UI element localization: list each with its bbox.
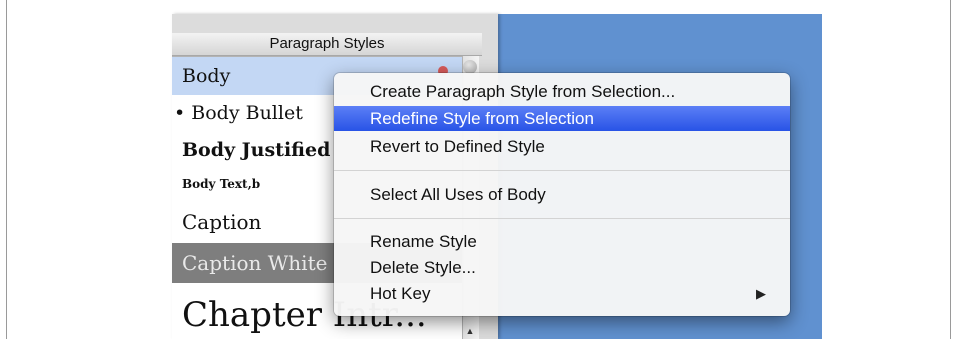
panel-title: Paragraph Styles: [172, 33, 482, 56]
style-item-label: Caption White: [182, 251, 328, 275]
bullet-glyph: •: [174, 102, 186, 124]
menu-item-label: Create Paragraph Style from Selection...: [370, 82, 676, 101]
context-menu: Create Paragraph Style from Selection...…: [334, 73, 790, 316]
menu-item-create-style[interactable]: Create Paragraph Style from Selection...: [334, 79, 790, 104]
style-item-label: Body: [182, 65, 231, 87]
menu-item-hot-key[interactable]: Hot Key ▶: [334, 281, 790, 306]
menu-item-label: Redefine Style from Selection: [370, 109, 594, 128]
style-item-label: Caption: [182, 210, 262, 234]
menu-item-revert-style[interactable]: Revert to Defined Style: [334, 134, 790, 159]
menu-separator: [334, 170, 790, 171]
menu-item-redefine-style[interactable]: Redefine Style from Selection: [334, 106, 790, 131]
menu-item-select-all-uses[interactable]: Select All Uses of Body: [334, 182, 790, 207]
menu-item-label: Rename Style: [370, 232, 477, 251]
submenu-arrow-icon: ▶: [756, 286, 766, 301]
menu-item-label: Delete Style...: [370, 258, 476, 277]
scroll-up-arrow-icon[interactable]: ▲: [462, 323, 478, 339]
style-item-label: Body Bullet: [191, 102, 303, 124]
menu-item-label: Select All Uses of Body: [370, 185, 546, 204]
menu-item-delete-style[interactable]: Delete Style...: [334, 255, 790, 280]
menu-item-label: Hot Key: [370, 284, 431, 303]
menu-separator: [334, 218, 790, 219]
style-item-label: Body Text,b: [182, 177, 261, 191]
style-item-label: Body Justified: [182, 139, 331, 161]
scrollbar-thumb[interactable]: [463, 60, 477, 74]
figure-frame-right: [950, 0, 951, 339]
menu-item-rename-style[interactable]: Rename Style: [334, 229, 790, 254]
menu-item-label: Revert to Defined Style: [370, 137, 545, 156]
figure-frame-left: [6, 0, 7, 339]
